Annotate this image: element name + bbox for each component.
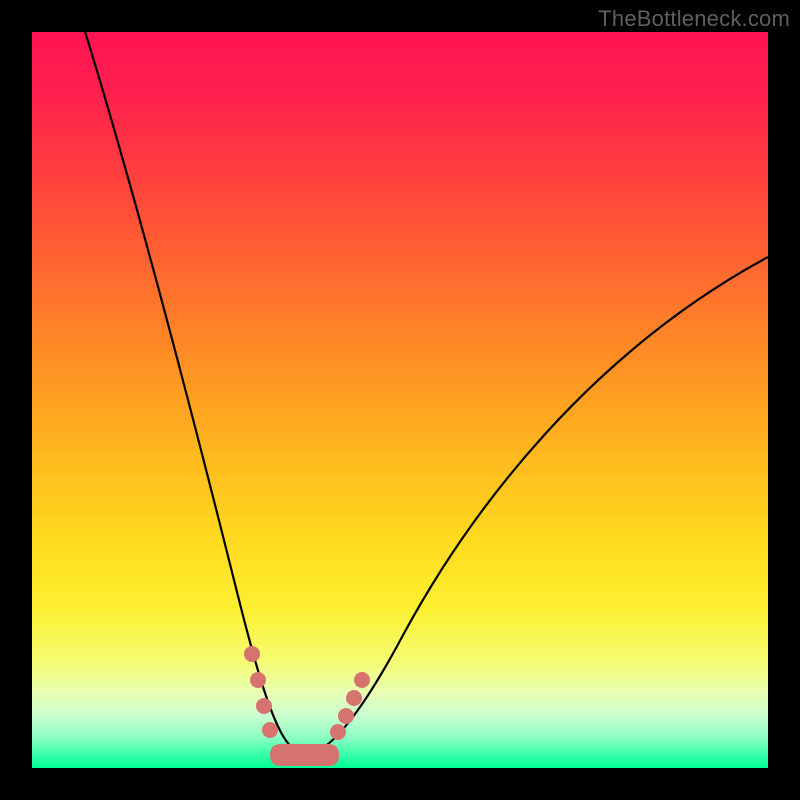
marker-dot [244,646,260,662]
marker-dot [256,698,272,714]
marker-dot [346,690,362,706]
plot-area [32,32,768,768]
bottleneck-curve-svg [32,32,768,768]
chart-frame: TheBottleneck.com [0,0,800,800]
marker-dot [338,708,354,724]
watermark-text: TheBottleneck.com [598,6,790,32]
marker-dot [262,722,278,738]
ideal-region-bar [270,744,339,766]
marker-dot [250,672,266,688]
bottleneck-curve-path [82,32,768,754]
marker-dot [330,724,346,740]
marker-dot [354,672,370,688]
